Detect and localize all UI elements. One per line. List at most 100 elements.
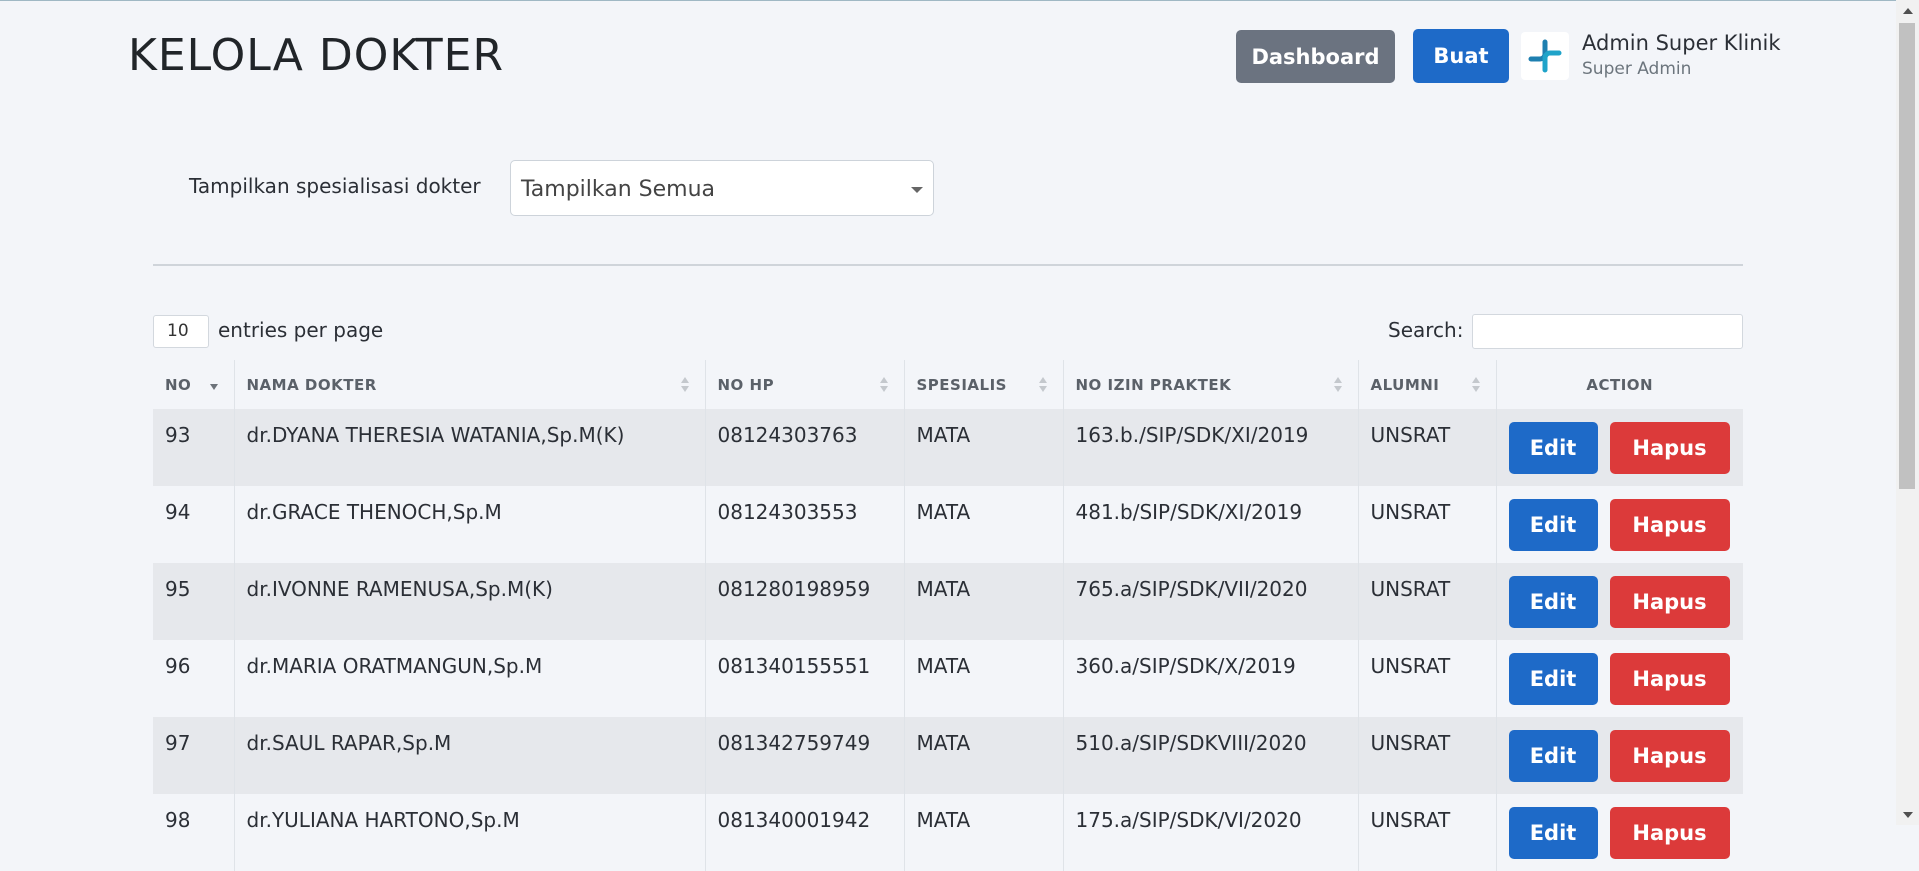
cell-no-hp: 081340001942 <box>705 794 905 871</box>
cell-no-hp: 081280198959 <box>705 563 905 640</box>
column-header-label: SPESIALIS <box>916 375 1007 394</box>
cell-no-izin-praktek: 175.a/SIP/SDK/VI/2020 <box>1063 794 1359 871</box>
table-row: 95 dr.IVONNE RAMENUSA,Sp.M(K) 081280198959… <box>153 563 1743 640</box>
cell-alumni: UNSRAT <box>1358 486 1497 563</box>
row-actions: Edit Hapus <box>1497 409 1744 486</box>
row-actions: Edit Hapus <box>1497 640 1744 717</box>
cell-spesialis: MATA <box>904 486 1064 563</box>
cell-no: 95 <box>153 563 235 640</box>
cell-nama-dokter: dr.YULIANA HARTONO,Sp.M <box>234 794 706 871</box>
column-header-no-hp[interactable]: NO HP <box>705 360 905 409</box>
column-header-label: ALUMNI <box>1370 375 1440 394</box>
user-role: Super Admin <box>1582 59 1692 79</box>
cell-spesialis: MATA <box>904 563 1064 640</box>
cell-action: Edit Hapus <box>1496 486 1743 563</box>
cell-no-hp: 081342759749 <box>705 717 905 794</box>
scroll-up-arrow-icon[interactable] <box>1903 8 1913 14</box>
cell-no-hp: 08124303553 <box>705 486 905 563</box>
delete-button[interactable]: Hapus <box>1609 421 1730 474</box>
table-row: 97 dr.SAUL RAPAR,Sp.M 081342759749 MATA 510.… <box>153 717 1743 794</box>
delete-button[interactable]: Hapus <box>1609 729 1730 782</box>
page-title: KELOLA DOKTER <box>128 30 505 81</box>
cell-no: 96 <box>153 640 235 717</box>
cell-alumni: UNSRAT <box>1358 640 1497 717</box>
column-header-nama-dokter[interactable]: NAMA DOKTER <box>234 360 706 409</box>
scroll-down-arrow-icon[interactable] <box>1903 812 1913 818</box>
edit-button[interactable]: Edit <box>1508 421 1598 474</box>
delete-button[interactable]: Hapus <box>1609 498 1730 551</box>
table-header-row: NO NAMA DOKTER NO HP SPESIALIS NO IZIN P… <box>153 360 1743 409</box>
cell-nama-dokter: dr.IVONNE RAMENUSA,Sp.M(K) <box>234 563 706 640</box>
column-header-no-izin-praktek[interactable]: NO IZIN PRAKTEK <box>1063 360 1359 409</box>
cell-no: 98 <box>153 794 235 871</box>
delete-button[interactable]: Hapus <box>1609 652 1730 705</box>
entries-per-page-select[interactable]: 10 <box>153 315 209 348</box>
edit-button[interactable]: Edit <box>1508 498 1598 551</box>
cell-no-izin-praktek: 765.a/SIP/SDK/VII/2020 <box>1063 563 1359 640</box>
cell-alumni: UNSRAT <box>1358 409 1497 486</box>
search-input[interactable] <box>1472 314 1743 349</box>
entries-per-page-label: entries per page <box>218 318 384 342</box>
cell-no-hp: 08124303763 <box>705 409 905 486</box>
cell-no-izin-praktek: 481.b/SIP/SDK/XI/2019 <box>1063 486 1359 563</box>
edit-button[interactable]: Edit <box>1508 575 1598 628</box>
table-row: 98 dr.YULIANA HARTONO,Sp.M 081340001942 MAT… <box>153 794 1743 871</box>
section-divider <box>153 264 1743 266</box>
cell-nama-dokter: dr.MARIA ORATMANGUN,Sp.M <box>234 640 706 717</box>
column-header-label: ACTION <box>1586 375 1654 394</box>
cell-spesialis: MATA <box>904 717 1064 794</box>
clinic-logo-icon <box>1521 32 1569 80</box>
edit-button[interactable]: Edit <box>1508 652 1598 705</box>
cell-spesialis: MATA <box>904 794 1064 871</box>
cell-action: Edit Hapus <box>1496 563 1743 640</box>
table-row: 96 dr.MARIA ORATMANGUN,Sp.M 081340155551 MA… <box>153 640 1743 717</box>
cell-action: Edit Hapus <box>1496 717 1743 794</box>
row-actions: Edit Hapus <box>1497 486 1744 563</box>
doctors-table: NO NAMA DOKTER NO HP SPESIALIS NO IZIN P… <box>153 360 1743 871</box>
column-header-spesialis[interactable]: SPESIALIS <box>904 360 1064 409</box>
dashboard-button[interactable]: Dashboard <box>1236 30 1395 83</box>
cell-nama-dokter: dr.GRACE THENOCH,Sp.M <box>234 486 706 563</box>
cell-alumni: UNSRAT <box>1358 794 1497 871</box>
specialization-select-value: Tampilkan Semua <box>521 177 716 202</box>
cell-spesialis: MATA <box>904 640 1064 717</box>
scrollbar-thumb[interactable] <box>1899 23 1915 489</box>
column-header-label: NO IZIN PRAKTEK <box>1075 375 1232 394</box>
column-header-label: NAMA DOKTER <box>246 375 377 394</box>
search-label: Search: <box>1388 318 1464 342</box>
edit-button[interactable]: Edit <box>1508 729 1598 782</box>
cell-no-izin-praktek: 510.a/SIP/SDKVIII/2020 <box>1063 717 1359 794</box>
column-header-action: ACTION <box>1496 360 1743 409</box>
cell-no: 93 <box>153 409 235 486</box>
cell-action: Edit Hapus <box>1496 640 1743 717</box>
chevron-down-icon <box>911 187 923 193</box>
sort-icon <box>1471 377 1480 393</box>
sort-icon <box>1333 377 1342 393</box>
cell-no: 94 <box>153 486 235 563</box>
row-actions: Edit Hapus <box>1497 563 1744 640</box>
cell-no-izin-praktek: 163.b./SIP/SDK/XI/2019 <box>1063 409 1359 486</box>
top-border <box>0 0 1919 1</box>
column-header-label: NO HP <box>717 375 775 394</box>
delete-button[interactable]: Hapus <box>1609 575 1730 628</box>
column-header-alumni[interactable]: ALUMNI <box>1358 360 1497 409</box>
specialization-filter-label: Tampilkan spesialisasi dokter <box>189 174 481 198</box>
delete-button[interactable]: Hapus <box>1609 806 1730 859</box>
cell-nama-dokter: dr.SAUL RAPAR,Sp.M <box>234 717 706 794</box>
specialization-select[interactable]: Tampilkan Semua <box>510 160 934 216</box>
cell-spesialis: MATA <box>904 409 1064 486</box>
cell-no-izin-praktek: 360.a/SIP/SDK/X/2019 <box>1063 640 1359 717</box>
cell-nama-dokter: dr.DYANA THERESIA WATANIA,Sp.M(K) <box>234 409 706 486</box>
cell-action: Edit Hapus <box>1496 409 1743 486</box>
table-row: 94 dr.GRACE THENOCH,Sp.M 08124303553 MATA 48… <box>153 486 1743 563</box>
column-header-no[interactable]: NO <box>153 360 235 409</box>
cell-no: 97 <box>153 717 235 794</box>
user-name[interactable]: Admin Super Klinik <box>1582 31 1781 55</box>
column-header-label: NO <box>165 375 192 394</box>
table-row: 93 dr.DYANA THERESIA WATANIA,Sp.M(K) 08124… <box>153 409 1743 486</box>
sort-desc-icon <box>209 377 218 393</box>
edit-button[interactable]: Edit <box>1508 806 1598 859</box>
create-button[interactable]: Buat <box>1413 29 1509 83</box>
sort-icon <box>680 377 689 393</box>
sort-icon <box>879 377 888 393</box>
